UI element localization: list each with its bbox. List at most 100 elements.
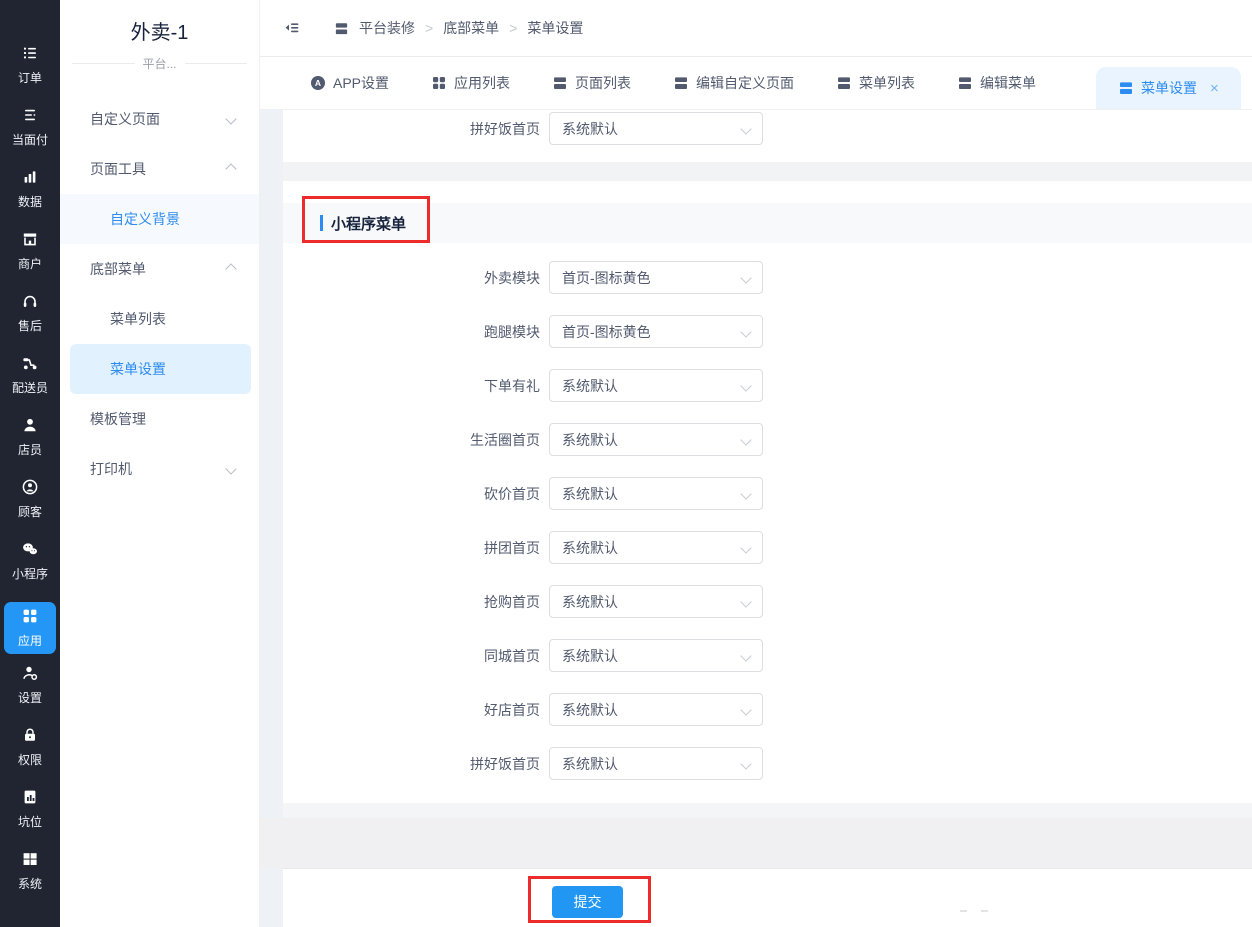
sidebar-item-bottom-menu[interactable]: 底部菜单 (60, 244, 259, 294)
form-row-label: 跑腿模块 (484, 323, 540, 340)
form-row: 拼团首页 系统默认 (283, 531, 1252, 564)
sidebar-item-label: 底部菜单 (90, 261, 146, 277)
life-circle-home-select[interactable]: 系统默认 (549, 423, 763, 456)
tab-edit-menu[interactable]: 编辑菜单 (957, 57, 1036, 109)
rail-item-after-sale[interactable]: 售后 (4, 292, 56, 354)
rail-item-system[interactable]: 系统 (4, 850, 56, 912)
good-shop-home-select[interactable]: 系统默认 (549, 693, 763, 726)
sidebar-item-label: 菜单列表 (110, 311, 166, 327)
mini-program-wechat-icon (21, 540, 39, 565)
sidebar-item-custom-background[interactable]: 自定义背景 (60, 194, 259, 244)
permission-lock-icon (21, 726, 39, 751)
form-row: 跑腿模块 首页-图标黄色 (283, 315, 1252, 348)
tab-app-settings[interactable]: A APP设置 (310, 57, 389, 109)
paotui-module-select[interactable]: 首页-图标黄色 (549, 315, 763, 348)
tab-menu-settings[interactable]: 菜单设置 × (1096, 67, 1241, 109)
bargain-home-select[interactable]: 系统默认 (549, 477, 763, 510)
merchant-shop-icon (21, 230, 39, 255)
rail-item-label: 应用 (17, 634, 42, 648)
after-sale-headset-icon (21, 292, 39, 317)
order-gift-select[interactable]: 系统默认 (549, 369, 763, 402)
data-chart-icon (21, 168, 39, 193)
sidebar-menu: 自定义页面 页面工具 自定义背景 底部菜单 菜单列表 菜单设置 模板管理 打印机 (60, 94, 259, 494)
rail-item-courier[interactable]: 配送员 (4, 354, 56, 416)
submit-button[interactable]: 提交 (552, 886, 623, 918)
content-gutter (260, 110, 283, 927)
order-list-icon (21, 44, 39, 69)
tab-label: 应用列表 (454, 75, 511, 91)
sidebar-item-menu-list[interactable]: 菜单列表 (60, 294, 259, 344)
rail-item-label: 配送员 (11, 381, 48, 395)
customer-circle-icon (21, 478, 39, 503)
layout-icon (1120, 82, 1133, 94)
rail-item-label: 系统 (17, 877, 42, 891)
face-pay-list-icon (21, 106, 39, 131)
footer-bar (283, 868, 1252, 927)
sidebar-item-printer[interactable]: 打印机 (60, 444, 259, 494)
group-buy-home-select[interactable]: 系统默认 (549, 531, 763, 564)
store-subtitle-row: 平台... (72, 55, 248, 72)
rail-item-slot[interactable]: 坑位 (4, 788, 56, 850)
section-title-text: 小程序菜单 (331, 215, 407, 233)
apps-grid-icon (21, 607, 39, 632)
breadcrumb-separator: > (509, 20, 518, 36)
settings-user-icon (21, 664, 39, 689)
rail-item-permission[interactable]: 权限 (4, 726, 56, 788)
form-row: 拼好饭首页 系统默认 (283, 112, 1252, 145)
rail-item-label: 小程序 (11, 567, 48, 581)
select-value: 系统默认 (562, 593, 618, 610)
store-title: 外卖-1 (130, 22, 189, 44)
waimai-module-select[interactable]: 首页-图标黄色 (549, 261, 763, 294)
chevron-up-icon (225, 163, 237, 175)
tab-edit-custom-page[interactable]: 编辑自定义页面 (673, 57, 794, 109)
rail-item-customer[interactable]: 顾客 (4, 478, 56, 540)
breadcrumb-item[interactable]: 平台装修 (359, 18, 415, 38)
sidebar-item-custom-page[interactable]: 自定义页面 (60, 94, 259, 144)
rail-item-data[interactable]: 数据 (4, 168, 56, 230)
chevron-down-icon (740, 433, 752, 446)
form-row: 下单有礼 系统默认 (283, 369, 1252, 402)
rail-item-merchant[interactable]: 商户 (4, 230, 56, 292)
layout-icon (959, 77, 972, 89)
pinhaofan-home-select[interactable]: 系统默认 (549, 747, 763, 780)
select-value: 系统默认 (562, 120, 618, 137)
pinhaofan-home-select-top[interactable]: 系统默认 (549, 112, 763, 145)
rail-item-face-pay[interactable]: 当面付 (4, 106, 56, 168)
rail-item-settings[interactable]: 设置 (4, 664, 56, 726)
select-value: 系统默认 (562, 431, 618, 448)
sidebar-collapse-icon[interactable] (283, 20, 300, 37)
sidebar-item-menu-settings[interactable]: 菜单设置 (70, 344, 251, 394)
rail-item-mini-program[interactable]: 小程序 (4, 540, 56, 602)
breadcrumb-bar: 平台装修 > 底部菜单 > 菜单设置 (260, 0, 1252, 57)
layout-icon (838, 77, 851, 89)
sidebar-item-template-management[interactable]: 模板管理 (60, 394, 259, 444)
rail-item-clerk[interactable]: 店员 (4, 416, 56, 478)
section-title: 小程序菜单 (320, 213, 406, 234)
breadcrumb-separator: > (425, 20, 434, 36)
chevron-down-icon (740, 595, 752, 608)
tab-app-list[interactable]: 应用列表 (431, 57, 510, 109)
chevron-down-icon (740, 122, 752, 135)
select-value: 系统默认 (562, 701, 618, 718)
chevron-down-icon (740, 757, 752, 770)
form-row-label: 拼好饭首页 (470, 755, 540, 772)
tab-page-list[interactable]: 页面列表 (552, 57, 631, 109)
tab-close-icon[interactable]: × (1210, 80, 1219, 97)
rail-item-label: 顾客 (17, 505, 42, 519)
flash-buy-home-select[interactable]: 系统默认 (549, 585, 763, 618)
tab-label: 菜单列表 (859, 75, 916, 91)
grid-icon (433, 77, 446, 89)
faint-artifact (960, 910, 988, 912)
sidebar-item-label: 打印机 (90, 461, 132, 477)
sidebar-item-page-tools[interactable]: 页面工具 (60, 144, 259, 194)
rail-item-orders[interactable]: 订单 (4, 44, 56, 106)
sidebar-item-label: 自定义页面 (90, 111, 160, 127)
panel-bottom-strip (283, 803, 1252, 818)
same-city-home-select[interactable]: 系统默认 (549, 639, 763, 672)
courier-scooter-icon (21, 354, 39, 379)
breadcrumb: 平台装修 > 底部菜单 > 菜单设置 (334, 18, 583, 38)
rail-item-apps[interactable]: 应用 (4, 602, 56, 654)
breadcrumb-item[interactable]: 底部菜单 (443, 18, 499, 38)
tab-menu-list[interactable]: 菜单列表 (836, 57, 915, 109)
breadcrumb-item[interactable]: 菜单设置 (527, 18, 583, 38)
